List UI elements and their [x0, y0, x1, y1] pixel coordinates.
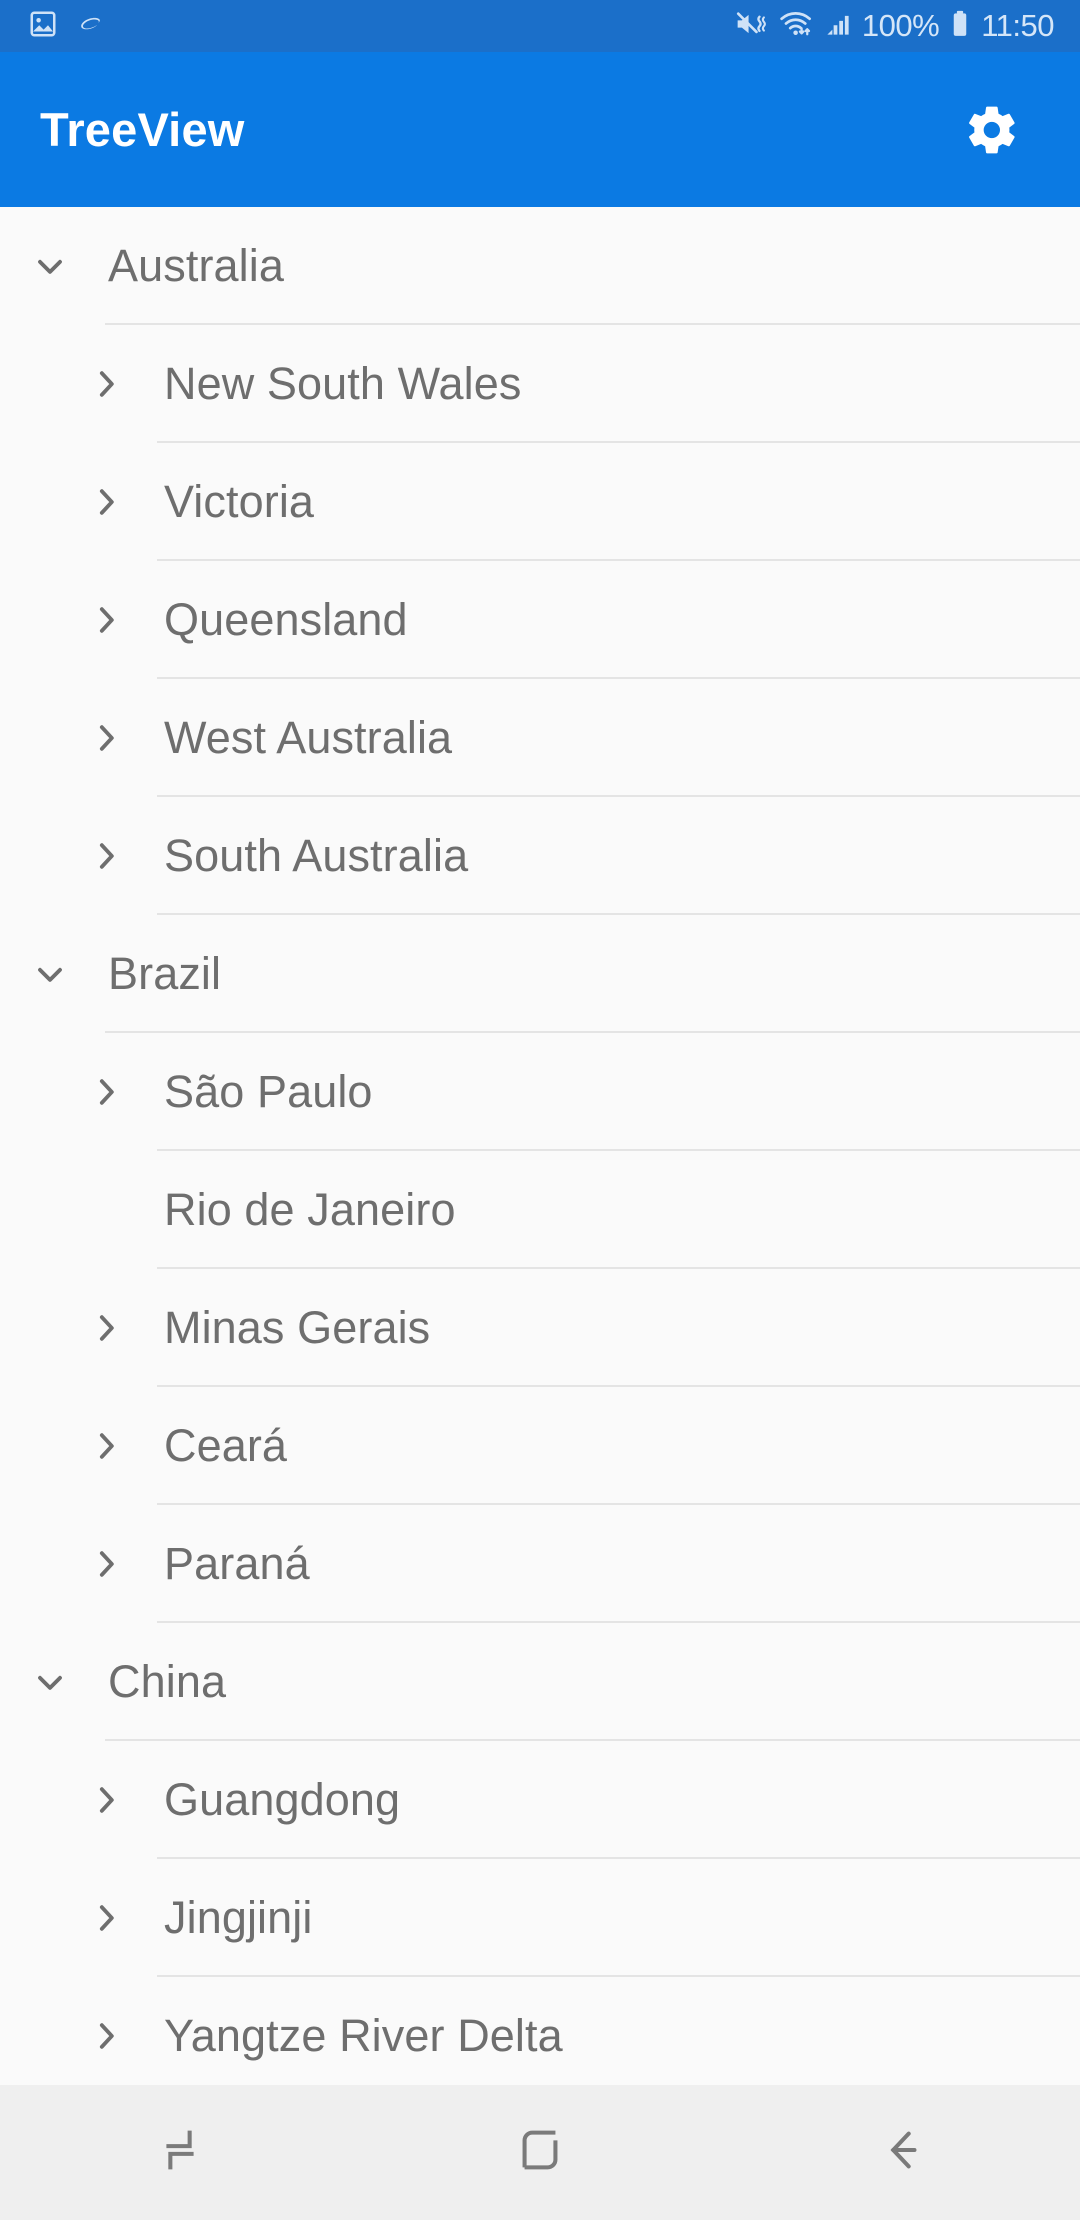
tree-row-label: Ceará: [164, 1420, 288, 1471]
tree-row[interactable]: Yangtze River Delta: [0, 1977, 1080, 2095]
chevron-right-icon[interactable]: [78, 1418, 134, 1474]
chevron-down-icon[interactable]: [22, 1654, 78, 1710]
tree-row[interactable]: Paraná: [0, 1505, 1080, 1623]
tree-row-label: Paraná: [164, 1538, 310, 1589]
cellular-signal-icon: [824, 9, 852, 44]
status-bar: 100% 11:50: [0, 0, 1080, 52]
back-button[interactable]: [720, 2085, 1080, 2220]
clock-label: 11:50: [981, 8, 1054, 43]
gear-icon[interactable]: [952, 90, 1032, 170]
home-icon: [515, 2123, 565, 2182]
tree-row-label: Guangdong: [164, 1774, 401, 1825]
tree-row[interactable]: Guangdong: [0, 1741, 1080, 1859]
back-arrow-icon: [873, 2123, 927, 2182]
status-bar-right-icons: 100% 11:50: [734, 8, 1054, 44]
recent-apps-icon: [153, 2123, 207, 2182]
image-icon: [28, 9, 58, 44]
status-bar-left-icons: [28, 9, 104, 44]
chevron-down-icon[interactable]: [22, 238, 78, 294]
wifi-icon: [778, 9, 814, 44]
tree-row-label: Queensland: [164, 594, 408, 645]
chevron-right-icon[interactable]: [78, 1772, 134, 1828]
tree-row-label: Rio de Janeiro: [164, 1184, 456, 1235]
tree-row-label: West Australia: [164, 712, 453, 763]
tree-row[interactable]: Australia: [0, 207, 1080, 325]
battery-icon: [949, 9, 971, 44]
app-bar-actions: [952, 90, 1032, 170]
chevron-right-icon[interactable]: [78, 1064, 134, 1120]
battery-percent-label: 100%: [861, 8, 940, 43]
samsung-g-icon: [74, 9, 104, 44]
app-bar: TreeView: [0, 52, 1080, 207]
chevron-right-icon[interactable]: [78, 1890, 134, 1946]
tree-row-label: China: [108, 1656, 227, 1707]
tree-row-label: New South Wales: [164, 358, 522, 409]
tree-row[interactable]: Minas Gerais: [0, 1269, 1080, 1387]
chevron-down-icon[interactable]: [22, 946, 78, 1002]
mute-vibrate-icon: [734, 9, 768, 44]
chevron-right-icon[interactable]: [78, 828, 134, 884]
recent-apps-button[interactable]: [0, 2085, 360, 2220]
chevron-right-icon[interactable]: [78, 592, 134, 648]
tree-row[interactable]: New South Wales: [0, 325, 1080, 443]
chevron-right-icon[interactable]: [78, 474, 134, 530]
tree-row-label: São Paulo: [164, 1066, 373, 1117]
tree-row[interactable]: Ceará: [0, 1387, 1080, 1505]
tree-row-label: Brazil: [108, 948, 222, 999]
tree-row[interactable]: South Australia: [0, 797, 1080, 915]
tree-row[interactable]: China: [0, 1623, 1080, 1741]
tree-row[interactable]: Queensland: [0, 561, 1080, 679]
tree-row[interactable]: São Paulo: [0, 1033, 1080, 1151]
system-navigation-bar: [0, 2085, 1080, 2220]
chevron-right-icon[interactable]: [78, 710, 134, 766]
tree-row-label: South Australia: [164, 830, 469, 881]
tree-row[interactable]: Rio de Janeiro: [0, 1151, 1080, 1269]
tree-view-list[interactable]: Australia New South Wales Victoria Queensla…: [0, 207, 1080, 2220]
tree-row[interactable]: Victoria: [0, 443, 1080, 561]
tree-row[interactable]: Brazil: [0, 915, 1080, 1033]
tree-row-label: Minas Gerais: [164, 1302, 431, 1353]
tree-row-label: Victoria: [164, 476, 315, 527]
tree-row-label: Jingjinji: [164, 1892, 313, 1943]
tree-row[interactable]: Jingjinji: [0, 1859, 1080, 1977]
chevron-right-icon[interactable]: [78, 1300, 134, 1356]
chevron-right-icon[interactable]: [78, 356, 134, 412]
chevron-right-icon[interactable]: [78, 2008, 134, 2064]
home-button[interactable]: [360, 2085, 720, 2220]
tree-row[interactable]: West Australia: [0, 679, 1080, 797]
chevron-right-icon[interactable]: [78, 1536, 134, 1592]
page-title: TreeView: [40, 103, 245, 156]
tree-row-label: Yangtze River Delta: [164, 2010, 563, 2061]
tree-row-label: Australia: [108, 240, 284, 291]
